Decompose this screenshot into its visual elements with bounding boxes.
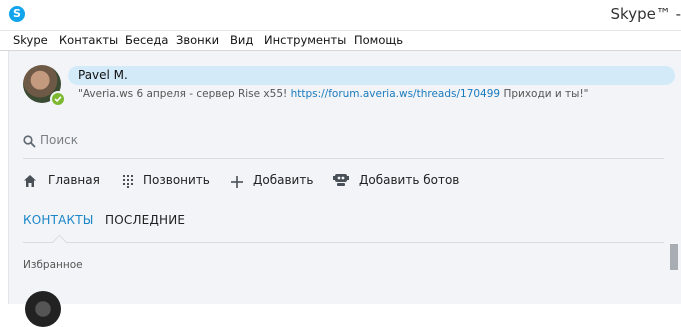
mood-message[interactable]: "Averia.ws 6 апреля - сервер Rise x55! h… bbox=[78, 88, 589, 100]
menu-skype[interactable]: Skype bbox=[13, 33, 48, 47]
mood-text-end: Приходи и ты!" bbox=[503, 88, 589, 100]
tab-contacts[interactable]: КОНТАКТЫ bbox=[23, 213, 94, 227]
title-bar: S Skype™ - bbox=[0, 0, 681, 30]
favorites-header: Избранное bbox=[23, 259, 83, 271]
mood-text: "Averia.ws 6 апреля - сервер Rise x55! bbox=[78, 88, 288, 100]
window-title: Skype™ - bbox=[610, 5, 681, 23]
menu-help[interactable]: Помощь bbox=[354, 33, 403, 47]
menu-view[interactable]: Вид bbox=[230, 33, 253, 47]
nav-add-button[interactable]: Добавить bbox=[231, 172, 323, 190]
nav-home-label: Главная bbox=[48, 173, 100, 187]
plus-icon bbox=[231, 173, 243, 192]
nav-home-button[interactable]: Главная bbox=[23, 172, 113, 190]
tab-recent[interactable]: ПОСЛЕДНИЕ bbox=[105, 213, 185, 227]
contact-avatar[interactable] bbox=[25, 291, 61, 327]
nav-call-label: Позвонить bbox=[143, 173, 210, 187]
menu-bar: Skype Контакты Беседа Звонки Вид Инструм… bbox=[0, 30, 681, 51]
profile-name: Pavel M. bbox=[78, 68, 128, 82]
dialpad-icon bbox=[122, 173, 134, 192]
active-tab-indicator bbox=[51, 234, 68, 251]
menu-conversation[interactable]: Беседа bbox=[125, 33, 168, 47]
profile-name-bar[interactable]: Pavel M. bbox=[68, 66, 675, 85]
contacts-panel: Pavel M. "Averia.ws 6 апреля - сервер Ri… bbox=[8, 51, 681, 327]
nav-add-bots-button[interactable]: Добавить ботов bbox=[333, 172, 473, 190]
tabs-divider bbox=[23, 242, 664, 243]
bot-icon bbox=[333, 172, 349, 191]
mood-link[interactable]: https://forum.averia.ws/threads/170499 bbox=[291, 88, 501, 100]
menu-tools[interactable]: Инструменты bbox=[264, 33, 346, 47]
home-icon bbox=[23, 173, 37, 192]
skype-logo-icon: S bbox=[9, 6, 25, 22]
nav-add-bots-label: Добавить ботов bbox=[359, 173, 460, 187]
nav-add-label: Добавить bbox=[253, 173, 314, 187]
menu-contacts[interactable]: Контакты bbox=[59, 33, 118, 47]
menu-calls[interactable]: Звонки bbox=[176, 33, 219, 47]
online-status-icon[interactable] bbox=[50, 91, 66, 107]
divider bbox=[23, 158, 664, 159]
scrollbar-thumb[interactable] bbox=[670, 244, 678, 270]
nav-call-button[interactable]: Позвонить bbox=[122, 172, 222, 190]
search-icon bbox=[23, 133, 36, 152]
search-input[interactable] bbox=[40, 131, 340, 149]
